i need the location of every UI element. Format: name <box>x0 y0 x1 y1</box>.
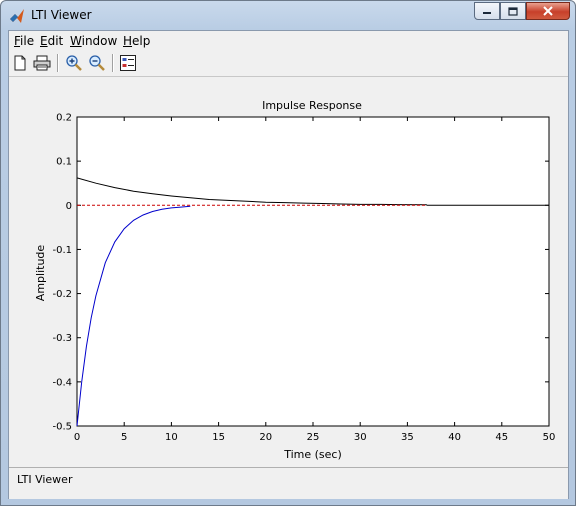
close-icon <box>543 6 553 16</box>
y-tick-label: -0.4 <box>52 377 72 388</box>
x-tick-label: 45 <box>495 432 508 443</box>
x-tick-label: 25 <box>307 432 320 443</box>
toolbar <box>9 51 568 76</box>
status-bar: LTI Viewer <box>9 467 568 499</box>
axes-box <box>76 116 550 427</box>
menu-file[interactable]: File <box>14 34 34 48</box>
print-icon <box>33 55 51 71</box>
x-tick-label: 35 <box>401 432 414 443</box>
x-tick-label: 30 <box>354 432 367 443</box>
title-bar[interactable]: LTI Viewer <box>1 1 575 30</box>
x-tick-label: 40 <box>448 432 461 443</box>
toolbar-separator <box>112 54 114 72</box>
x-tick-label: 20 <box>259 432 272 443</box>
toolbar-separator <box>57 54 59 72</box>
maximize-button[interactable] <box>500 2 526 20</box>
y-axis-label: Amplitude <box>34 245 47 302</box>
y-tick-label: -0.5 <box>52 422 72 433</box>
chart-title: Impulse Response <box>262 99 362 112</box>
plot-area: Impulse Response 0 5 10 15 20 25 30 35 40 45 50 0.2… <box>9 76 568 466</box>
menu-help[interactable]: Help <box>123 34 150 48</box>
new-document-icon <box>14 55 26 71</box>
x-tick-label: 50 <box>543 432 556 443</box>
zoom-out-icon <box>89 55 105 71</box>
y-tick-label: 0.2 <box>56 113 72 124</box>
menu-edit[interactable]: Edit <box>40 34 63 48</box>
new-button[interactable] <box>10 53 30 73</box>
y-tick-label: 0 <box>66 201 72 212</box>
y-tick-label: 0.1 <box>56 157 72 168</box>
zoom-in-icon <box>66 55 82 71</box>
minimize-button[interactable] <box>474 2 500 20</box>
matlab-icon <box>10 9 24 23</box>
print-button[interactable] <box>32 53 52 73</box>
plot-configuration-button[interactable] <box>118 53 138 73</box>
zoom-in-button[interactable] <box>64 53 84 73</box>
menu-bar: File Edit Window Help <box>9 31 568 51</box>
zoom-out-button[interactable] <box>87 53 107 73</box>
lti-viewer-window: LTI Viewer File Edit Window Help Impulse… <box>0 0 576 506</box>
plot-configuration-icon <box>120 55 136 71</box>
x-tick-label: 5 <box>121 432 127 443</box>
y-tick-label: -0.3 <box>52 333 72 344</box>
window-title: LTI Viewer <box>31 8 92 22</box>
y-tick-label: -0.1 <box>52 245 72 256</box>
close-button[interactable] <box>526 2 570 20</box>
maximize-icon <box>508 6 518 16</box>
x-axis-label: Time (sec) <box>283 448 342 461</box>
status-text: LTI Viewer <box>17 473 73 486</box>
impulse-response-chart[interactable]: Impulse Response 0 5 10 15 20 25 30 35 40 45 50 0.2… <box>9 77 568 466</box>
y-tick-label: -0.2 <box>52 289 72 300</box>
x-tick-label: 15 <box>212 432 225 443</box>
x-tick-label: 0 <box>74 432 80 443</box>
menu-window[interactable]: Window <box>70 34 117 48</box>
caption-buttons <box>474 2 570 21</box>
client-area: File Edit Window Help Impulse Response 0… <box>8 30 569 499</box>
minimize-icon <box>483 12 491 14</box>
x-tick-label: 10 <box>165 432 178 443</box>
